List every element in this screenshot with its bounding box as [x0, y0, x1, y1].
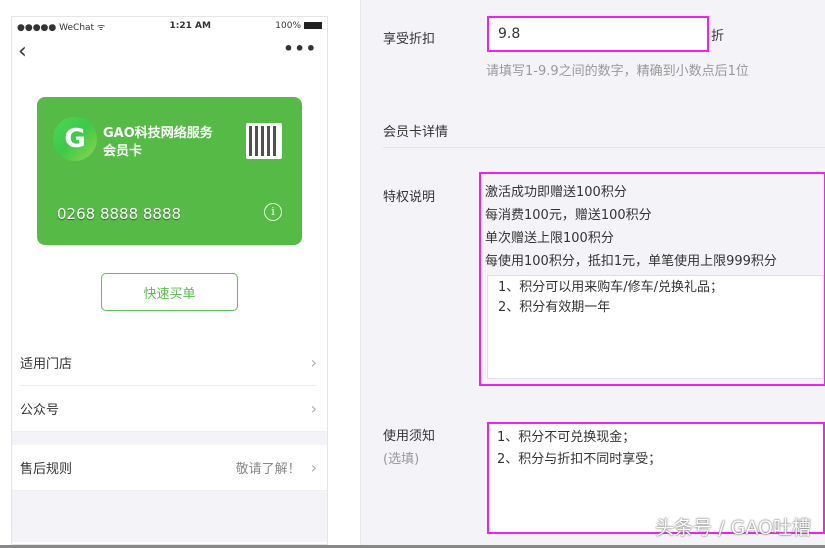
card-title: GAO科技网络服务 会员卡 — [103, 125, 213, 161]
row-label: 售后规则 — [20, 462, 73, 477]
brand-logo: G — [53, 117, 97, 161]
textarea-line: 2、积分与折扣不同时享受； — [497, 452, 662, 467]
watermark: 头条号 / GAO吐槽 — [655, 517, 811, 539]
clock: 1:21 AM — [169, 21, 211, 31]
privilege-textarea[interactable]: 1、积分可以用来购车/修车/兑换礼品； 2、积分有效期一年 — [487, 275, 824, 379]
row-extra: 敬请了解！ — [235, 462, 301, 477]
discount-label: 享受折扣 — [383, 32, 436, 47]
nav-bar: ‹ ••• — [12, 35, 327, 71]
privilege-line: 每使用100积分，抵扣1元，单笔使用上限999积分 — [485, 254, 777, 269]
row-label: 公众号 — [20, 403, 60, 418]
gap — [12, 431, 327, 445]
discount-input[interactable]: 9.8 — [487, 16, 709, 52]
row-label: 适用门店 — [20, 357, 73, 372]
back-icon[interactable]: ‹ — [18, 39, 27, 64]
row-official-account[interactable]: 公众号 › — [12, 386, 327, 431]
textarea-line: 1、积分可以用来购车/修车/兑换礼品； — [498, 280, 724, 295]
chevron-right-icon: › — [310, 458, 317, 477]
card-type: 会员卡 — [103, 144, 143, 159]
section-title: 会员卡详情 — [383, 125, 449, 140]
row-after-sales[interactable]: 售后规则 敬请了解！ › — [12, 445, 327, 490]
quick-pay-button[interactable]: 快速买单 — [101, 273, 238, 311]
carrier: ●●●●● WeChat ᯤ — [17, 22, 106, 33]
discount-unit: 折 — [711, 29, 725, 44]
notice-optional: (选填) — [383, 452, 420, 467]
privilege-line: 每消费100元，赠送100积分 — [485, 208, 652, 223]
chevron-right-icon: › — [310, 353, 317, 372]
card-number: 0268 8888 8888 — [57, 205, 182, 223]
divider — [383, 147, 825, 148]
privilege-box: 激活成功即赠送100积分 每消费100元，赠送100积分 单次赠送上限100积分… — [479, 172, 825, 386]
chevron-right-icon: › — [310, 399, 317, 418]
discount-hint: 请填写1-9.9之间的数字，精确到小数点后1位 — [486, 64, 749, 79]
qr-code-icon[interactable] — [246, 123, 282, 159]
status-bar: ●●●●● WeChat ᯤ 1:21 AM 100% — [12, 17, 327, 35]
notice-label: 使用须知 — [383, 429, 436, 444]
row-stores[interactable]: 适用门店 › — [12, 340, 327, 385]
card-merchant: GAO科技网络服务 — [103, 126, 213, 141]
card-menu: 适用门店 › 公众号 › 售后规则 敬请了解！ › — [12, 340, 327, 542]
member-card: G GAO科技网络服务 会员卡 0268 8888 8888 i — [37, 97, 302, 245]
battery: 100% — [275, 21, 322, 31]
phone-preview: ●●●●● WeChat ᯤ 1:21 AM 100% ‹ ••• G GAO科… — [11, 16, 328, 545]
settings-form: 享受折扣 9.8 折 请填写1-9.9之间的数字，精确到小数点后1位 会员卡详情… — [360, 0, 825, 545]
list-bottom — [12, 490, 327, 542]
battery-percent: 100% — [275, 21, 301, 31]
privilege-line: 激活成功即赠送100积分 — [485, 185, 627, 200]
textarea-line: 2、积分有效期一年 — [498, 300, 611, 315]
battery-icon — [304, 22, 322, 29]
privilege-label: 特权说明 — [383, 190, 436, 205]
info-icon[interactable]: i — [264, 203, 282, 221]
textarea-line: 1、积分不可兑换现金； — [497, 430, 636, 445]
privilege-line: 单次赠送上限100积分 — [485, 231, 614, 246]
more-icon[interactable]: ••• — [283, 39, 317, 58]
